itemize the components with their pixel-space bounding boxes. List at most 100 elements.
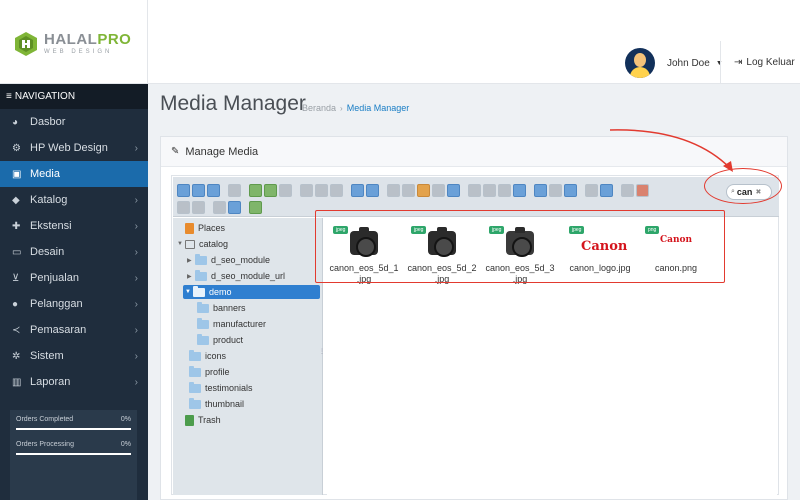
reload-button[interactable] bbox=[228, 184, 241, 197]
new-file-button[interactable] bbox=[264, 184, 277, 197]
tree-node-trash[interactable]: Trash bbox=[185, 413, 221, 427]
folder-icon bbox=[189, 381, 201, 393]
sidebar-item-laporan[interactable]: ▥ Laporan › bbox=[0, 369, 148, 395]
cut-button[interactable] bbox=[402, 184, 415, 197]
undo-button[interactable] bbox=[351, 184, 364, 197]
annotation-results-box bbox=[315, 210, 725, 283]
chevron-right-icon: › bbox=[134, 194, 138, 206]
tree-node-label: banners bbox=[213, 303, 246, 313]
chevron-right-icon: › bbox=[134, 142, 138, 154]
upload-button[interactable] bbox=[279, 184, 292, 197]
brand-logo[interactable]: HALALPRO WEB DESIGN bbox=[0, 0, 148, 84]
sidebar-item-katalog[interactable]: ◆ Katalog › bbox=[0, 187, 148, 213]
sidebar-item-hp-web-design[interactable]: ⚙ HP Web Design › bbox=[0, 135, 148, 161]
about-button[interactable] bbox=[228, 201, 241, 214]
folder-icon bbox=[195, 253, 207, 265]
rename-button[interactable] bbox=[483, 184, 496, 197]
tree-node-d-seo-module-url[interactable]: ▶ d_seo_module_url bbox=[187, 269, 285, 283]
expand-right-icon[interactable]: ▶ bbox=[187, 257, 195, 264]
tree-node-places[interactable]: Places bbox=[185, 221, 225, 235]
preferences-button[interactable] bbox=[600, 184, 613, 197]
panel-title: Manage Media bbox=[185, 145, 259, 158]
tree-node-manufacturer[interactable]: manufacturer bbox=[197, 317, 266, 331]
breadcrumb: Beranda › Media Manager bbox=[302, 103, 409, 113]
expand-button[interactable] bbox=[249, 201, 262, 214]
share-icon: ≺ bbox=[12, 324, 21, 336]
open-button[interactable] bbox=[300, 184, 313, 197]
tree-node-demo[interactable]: ▼ demo bbox=[183, 285, 320, 299]
app-root: HALALPRO WEB DESIGN John Doe ▼ ⇥ Log Kel… bbox=[0, 0, 800, 500]
new-folder-button[interactable] bbox=[249, 184, 262, 197]
folder-icon bbox=[189, 365, 201, 377]
archive-button[interactable] bbox=[549, 184, 562, 197]
expand-right-icon[interactable]: ▶ bbox=[187, 273, 195, 280]
extract-button[interactable] bbox=[534, 184, 547, 197]
sidebar-item-media[interactable]: ▣ Media bbox=[0, 161, 148, 187]
sidebar-item-penjualan[interactable]: ⊻ Penjualan › bbox=[0, 265, 148, 291]
sidebar: ≡ NAVIGATION ◕ Dasbor ⚙ HP Web Design › … bbox=[0, 84, 148, 500]
expand-down-icon[interactable]: ▼ bbox=[177, 241, 185, 247]
resize-button[interactable] bbox=[513, 184, 526, 197]
sidebar-item-pelanggan[interactable]: ● Pelanggan › bbox=[0, 291, 148, 317]
info-button[interactable] bbox=[330, 184, 343, 197]
download-button[interactable] bbox=[315, 184, 328, 197]
duplicate-button[interactable] bbox=[468, 184, 481, 197]
folder-icon bbox=[197, 301, 209, 313]
sidebar-item-label: Ekstensi bbox=[30, 220, 72, 232]
sidebar-item-label: Media bbox=[30, 168, 60, 180]
paste-button[interactable] bbox=[417, 184, 430, 197]
chevron-right-icon: › bbox=[134, 272, 138, 284]
user-menu[interactable]: John Doe ▼ bbox=[625, 48, 723, 78]
hexagon-logo-icon bbox=[15, 32, 37, 56]
delete-button[interactable] bbox=[432, 184, 445, 197]
user-icon: ● bbox=[12, 298, 19, 310]
edit-button[interactable] bbox=[498, 184, 511, 197]
search-button[interactable] bbox=[564, 184, 577, 197]
up-button[interactable] bbox=[207, 184, 220, 197]
chevron-right-icon: › bbox=[134, 298, 138, 310]
chevron-right-icon: › bbox=[134, 324, 138, 336]
fullscreen-button[interactable] bbox=[636, 184, 649, 197]
trash-icon bbox=[185, 414, 194, 426]
tree-node-d-seo-module[interactable]: ▶ d_seo_module bbox=[187, 253, 270, 267]
sidebar-item-label: Dasbor bbox=[30, 116, 66, 128]
breadcrumb-current[interactable]: Media Manager bbox=[347, 103, 410, 113]
copy-button[interactable] bbox=[387, 184, 400, 197]
nav-header[interactable]: ≡ NAVIGATION bbox=[0, 84, 148, 109]
tree-node-banners[interactable]: banners bbox=[197, 301, 246, 315]
sort-button[interactable] bbox=[213, 201, 226, 214]
header-divider bbox=[720, 41, 721, 84]
help-button[interactable] bbox=[621, 184, 634, 197]
pencil-icon: ✎ bbox=[171, 146, 180, 157]
tree-node-testimonials[interactable]: testimonials bbox=[189, 381, 253, 395]
stat-orders-completed: Orders Completed 0% bbox=[16, 416, 131, 430]
tree-node-label: catalog bbox=[199, 239, 229, 249]
logout-link[interactable]: ⇥ Log Keluar bbox=[734, 57, 795, 68]
sidebar-item-desain[interactable]: ▭ Desain › bbox=[0, 239, 148, 265]
sidebar-item-pemasaran[interactable]: ≺ Pemasaran › bbox=[0, 317, 148, 343]
empty-button[interactable] bbox=[447, 184, 460, 197]
resize-handle-icon[interactable]: ⋮ bbox=[319, 348, 325, 355]
tree-node-profile[interactable]: profile bbox=[189, 365, 230, 379]
breadcrumb-separator-icon: › bbox=[340, 104, 343, 113]
stat-label: Orders Processing bbox=[16, 441, 74, 448]
tree-node-icons[interactable]: icons bbox=[189, 349, 226, 363]
tree-node-product[interactable]: product bbox=[197, 333, 243, 347]
sidebar-item-sistem[interactable]: ✲ Sistem › bbox=[0, 343, 148, 369]
icon-view-button[interactable] bbox=[192, 201, 205, 214]
tree-node-thumbnail[interactable]: thumbnail bbox=[189, 397, 244, 411]
sidebar-item-ekstensi[interactable]: ✚ Ekstensi › bbox=[0, 213, 148, 239]
list-view-button[interactable] bbox=[177, 201, 190, 214]
redo-button[interactable] bbox=[366, 184, 379, 197]
forward-button[interactable] bbox=[192, 184, 205, 197]
sidebar-item-dasbor[interactable]: ◕ Dasbor bbox=[0, 109, 148, 135]
tree-node-catalog[interactable]: ▼ catalog bbox=[177, 237, 228, 251]
tree-node-label: icons bbox=[205, 351, 227, 361]
view-button[interactable] bbox=[585, 184, 598, 197]
breadcrumb-home[interactable]: Beranda bbox=[302, 103, 336, 113]
sidebar-item-label: Laporan bbox=[30, 376, 71, 388]
folder-icon bbox=[189, 397, 201, 409]
back-button[interactable] bbox=[177, 184, 190, 197]
expand-down-icon[interactable]: ▼ bbox=[185, 289, 193, 295]
page-title: Media Manager bbox=[160, 92, 306, 115]
